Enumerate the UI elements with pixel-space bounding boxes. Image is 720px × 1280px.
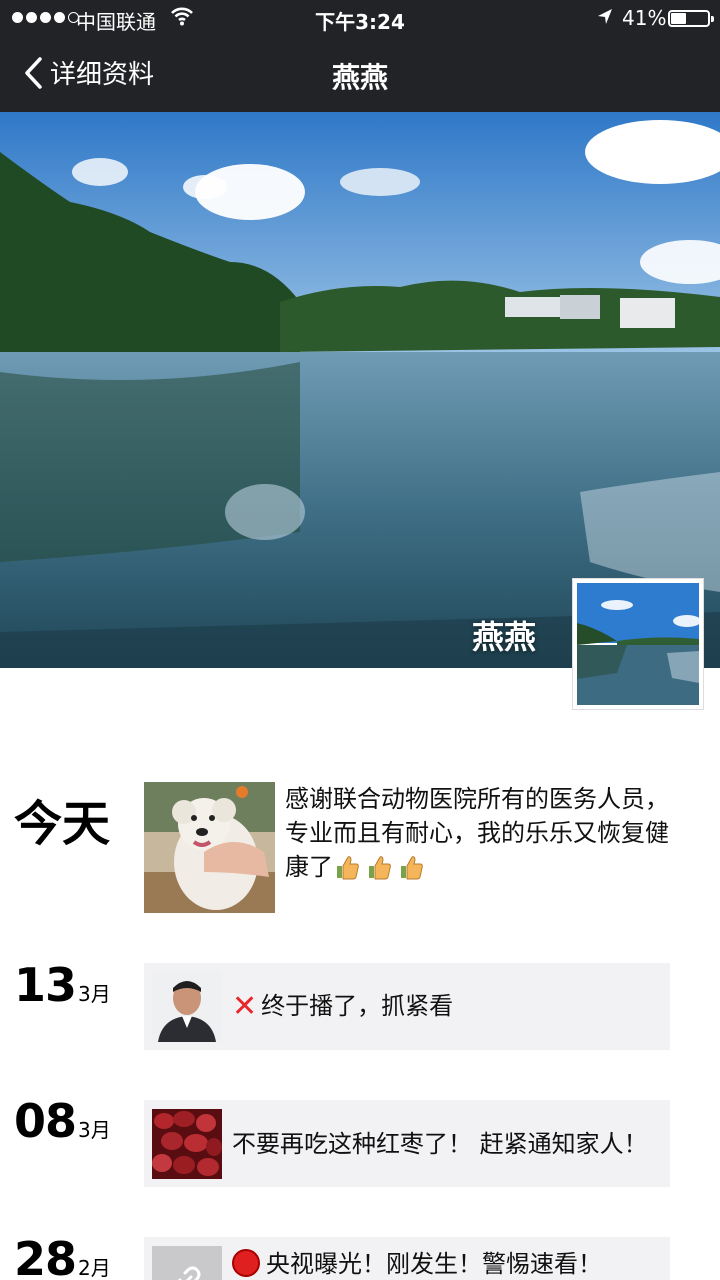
avatar[interactable] [572,578,704,710]
timeline-shared-link[interactable]: 央视曝光！刚发生！警惕速看！ [144,1237,670,1280]
date-label: 13 3月 [14,958,111,1012]
battery-icon [668,10,714,27]
red-circle-icon [232,1249,260,1277]
date-day: 28 [14,1232,77,1280]
thumbs-up-icons [333,853,425,881]
link-thumbnail-red-dates [152,1108,222,1179]
status-bar: 中国联通 下午3:24 41% [0,0,720,36]
navigation-bar: 详细资料 燕燕 [0,36,720,112]
thumbs-up-icon [401,856,423,880]
date-month: 3月 [78,1118,111,1142]
timeline-post[interactable]: 感谢联合动物医院所有的医务人员，专业而且有耐心，我的乐乐又恢复健康了 [144,782,670,913]
link-thumbnail-man [152,971,222,1042]
battery-percent: 41% [622,6,667,30]
post-text: 央视曝光！刚发生！警惕速看！ [232,1247,602,1280]
back-label: 详细资料 [50,60,155,90]
today-label: 今天 [14,796,111,852]
cover-name: 燕燕 [471,618,536,656]
date-label: 08 3月 [14,1094,111,1148]
date-today: 今天 [14,784,110,854]
date-day: 08 [14,1094,77,1148]
link-icon [152,1245,222,1280]
back-button[interactable]: 详细资料 [22,54,154,91]
top-bar: 中国联通 下午3:24 41% 详细资料 燕燕 [0,0,720,112]
chain-link-icon [177,1266,201,1280]
date-day: 13 [14,958,77,1012]
red-x-icon: ✕ [232,989,258,1024]
post-text: 感谢联合动物医院所有的医务人员，专业而且有耐心，我的乐乐又恢复健康了 [285,785,669,881]
post-text: ✕ 终于播了，抓紧看 [232,989,454,1024]
chevron-left-icon [25,56,42,89]
thumbs-up-icon [369,856,391,880]
post-photo-dog[interactable] [144,782,275,913]
location-arrow-icon [598,9,612,24]
thumbs-up-icon [337,856,359,880]
timeline-shared-link[interactable]: 不要再吃这种红枣了！ 赶紧通知家人！ [144,1100,670,1187]
timeline-shared-link[interactable]: ✕ 终于播了，抓紧看 [144,963,670,1050]
date-month: 2月 [78,1256,111,1280]
date-label: 28 2月 [14,1232,111,1280]
date-month: 3月 [78,982,111,1006]
post-text: 不要再吃这种红枣了！ 赶紧通知家人！ [232,1129,648,1158]
